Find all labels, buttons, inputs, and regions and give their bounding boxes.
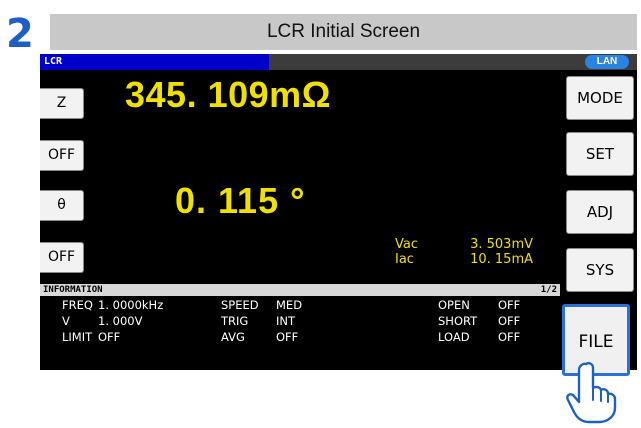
info-cell: FREQ bbox=[62, 298, 93, 312]
info-row: LIMIT OFF AVG OFF LOAD OFF bbox=[40, 329, 560, 345]
information-grid: FREQ 1. 0000kHz SPEED MED OPEN OFF V 1. … bbox=[40, 297, 560, 345]
info-cell: V bbox=[62, 314, 70, 328]
adj-button[interactable]: ADJ bbox=[566, 190, 634, 234]
status-mode-bar bbox=[40, 54, 269, 70]
info-cell: 1. 000V bbox=[98, 314, 143, 328]
iac-monitor: Iac 10. 15mA bbox=[395, 252, 533, 267]
info-cell: OFF bbox=[498, 298, 521, 312]
information-page-indicator[interactable]: 1/2 bbox=[541, 284, 557, 296]
vac-label: Vac bbox=[395, 237, 418, 252]
vac-value: 3. 503mV bbox=[470, 237, 533, 252]
mode-button[interactable]: MODE bbox=[566, 76, 634, 120]
info-cell: LOAD bbox=[438, 330, 470, 344]
iac-label: Iac bbox=[395, 252, 414, 267]
info-row: V 1. 000V TRIG INT SHORT OFF bbox=[40, 313, 560, 329]
iac-value: 10. 15mA bbox=[470, 252, 533, 267]
set-button[interactable]: SET bbox=[566, 132, 634, 176]
main-reading: 345. 109mΩ bbox=[125, 74, 332, 115]
pointing-hand-icon bbox=[566, 362, 617, 424]
lan-badge: LAN bbox=[585, 55, 629, 69]
status-strip: LCR LAN bbox=[40, 54, 637, 70]
info-cell: OFF bbox=[498, 330, 521, 344]
sys-button[interactable]: SYS bbox=[566, 248, 634, 292]
vac-monitor: Vac 3. 503mV bbox=[395, 237, 533, 252]
info-cell: OFF bbox=[498, 314, 521, 328]
info-cell: TRIG bbox=[221, 314, 249, 328]
info-cell: SPEED bbox=[221, 298, 259, 312]
info-cell: SHORT bbox=[438, 314, 478, 328]
param3-button[interactable]: θ bbox=[40, 190, 84, 221]
param1-button[interactable]: Z bbox=[40, 88, 84, 119]
info-cell: LIMIT bbox=[62, 330, 93, 344]
info-row: FREQ 1. 0000kHz SPEED MED OPEN OFF bbox=[40, 297, 560, 313]
param2-button[interactable]: OFF bbox=[40, 140, 84, 171]
mode-label: LCR bbox=[44, 56, 63, 67]
step-number: 2 bbox=[6, 11, 34, 57]
info-cell: AVG bbox=[221, 330, 245, 344]
info-cell: INT bbox=[276, 314, 296, 328]
second-reading: 0. 115 ° bbox=[175, 180, 306, 221]
screen-title: LCR Initial Screen bbox=[50, 14, 637, 50]
info-cell: OPEN bbox=[438, 298, 470, 312]
info-cell: 1. 0000kHz bbox=[98, 298, 164, 312]
param4-button[interactable]: OFF bbox=[40, 242, 84, 273]
information-header: INFORMATION bbox=[43, 285, 103, 295]
info-cell: OFF bbox=[276, 330, 299, 344]
information-bar: INFORMATION 1/2 bbox=[40, 284, 560, 296]
instrument-screen: LCR LAN Z OFF θ OFF 345. 109mΩ 0. 115 ° … bbox=[40, 54, 637, 370]
info-cell: MED bbox=[276, 298, 303, 312]
info-cell: OFF bbox=[98, 330, 121, 344]
